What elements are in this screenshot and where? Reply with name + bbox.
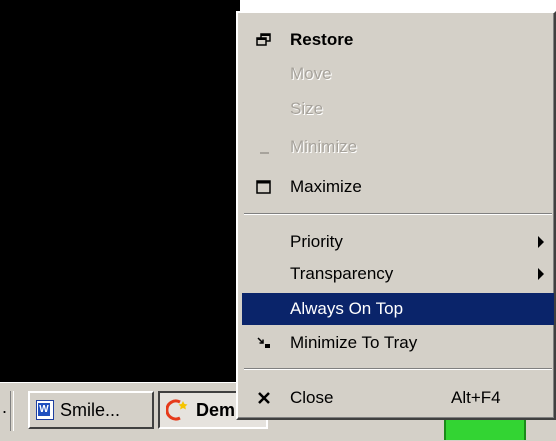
menu-item-label: Always On Top: [290, 299, 404, 318]
menu-item-label: Minimize: [290, 137, 358, 156]
menu-item-transparency[interactable]: Transparency: [242, 258, 554, 290]
menu-item-priority[interactable]: Priority: [242, 226, 554, 258]
close-shortcut: Alt+F4: [451, 388, 501, 407]
close-icon: [242, 382, 286, 414]
demo-app-icon: [166, 399, 188, 421]
restore-icon: [242, 24, 286, 56]
maximize-icon: [242, 171, 286, 203]
menu-separator: [244, 213, 552, 215]
menu-item-label: Move: [290, 64, 332, 83]
menu-item-minimize-to-tray[interactable]: Minimize To Tray: [242, 327, 554, 359]
taskbar-button-smile[interactable]: Smile...: [28, 391, 154, 429]
menu-item-close[interactable]: Close Alt+F4: [242, 382, 554, 414]
menu-item-label: Transparency: [290, 264, 394, 283]
menu-item-always-on-top[interactable]: Always On Top: [242, 293, 554, 325]
taskbar-button-label: Smile...: [60, 399, 121, 420]
taskbar-dot: .: [2, 397, 8, 417]
system-context-menu: Restore Move Size Minimize Maximize Prio…: [236, 11, 556, 420]
submenu-arrow-icon: [538, 268, 544, 280]
taskbar-separator: [10, 391, 14, 431]
menu-item-label: Restore: [290, 30, 354, 49]
submenu-arrow-icon: [538, 236, 544, 248]
menu-item-label: Close: [290, 388, 334, 407]
menu-item-label: Minimize To Tray: [290, 333, 418, 352]
menu-item-restore[interactable]: Restore: [242, 24, 554, 56]
minimize-to-tray-icon: [242, 327, 286, 359]
menu-item-maximize[interactable]: Maximize: [242, 171, 554, 203]
menu-item-label: Maximize: [290, 177, 362, 196]
menu-item-label: Size: [290, 99, 324, 118]
menu-item-label: Priority: [290, 232, 343, 251]
menu-item-minimize[interactable]: Minimize: [242, 131, 554, 163]
app-window-background: [0, 0, 240, 382]
word-document-icon: [36, 400, 54, 420]
menu-item-size[interactable]: Size: [242, 93, 554, 125]
menu-separator: [244, 368, 552, 370]
minimize-icon: [242, 131, 286, 163]
menu-item-move[interactable]: Move: [242, 58, 554, 90]
